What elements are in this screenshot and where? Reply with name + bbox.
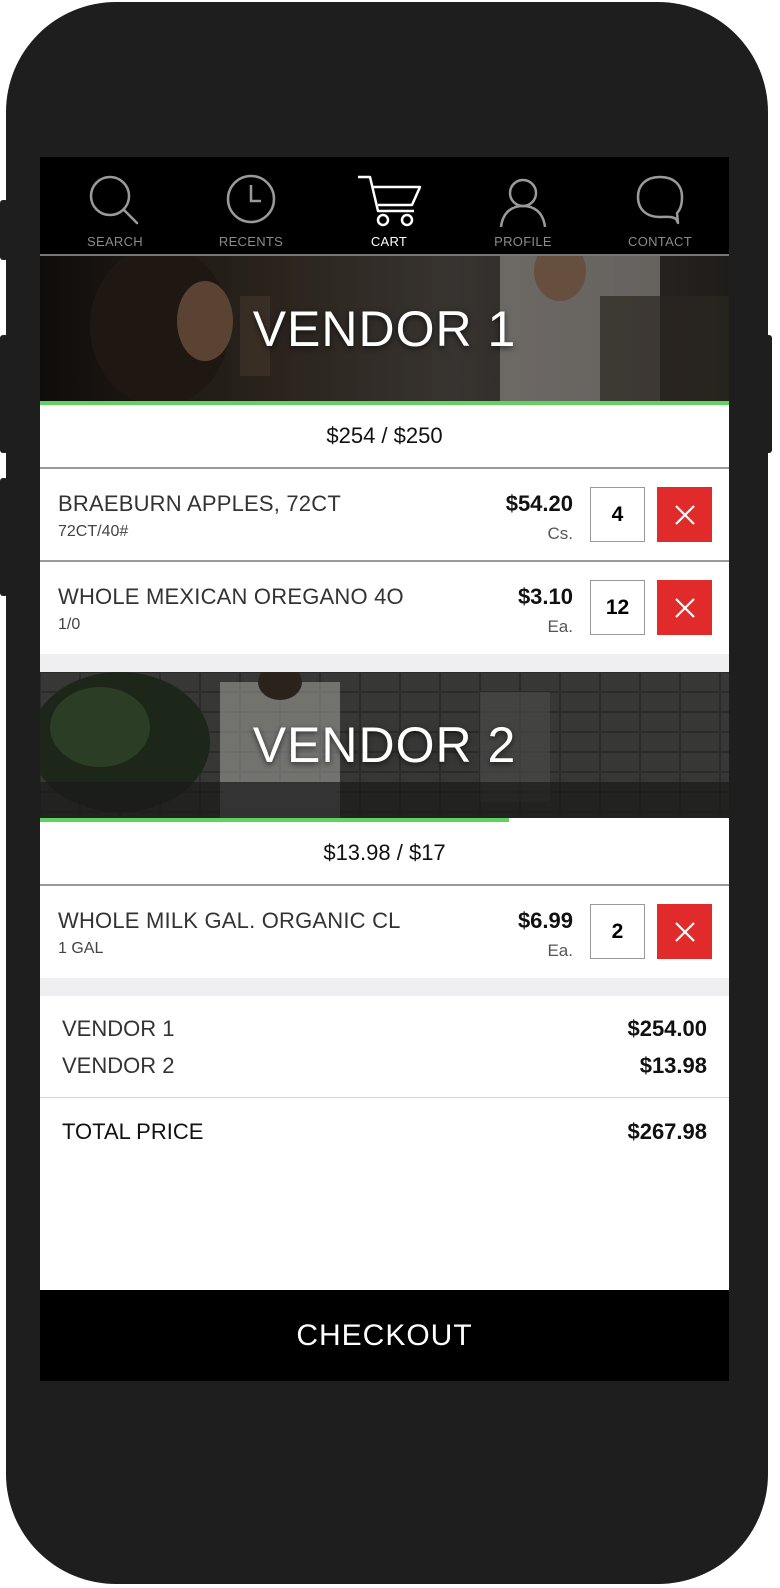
- quantity-input[interactable]: 2: [590, 904, 645, 959]
- item-name: BRAEBURN APPLES, 72CT: [58, 491, 341, 516]
- bottom-nav-bar: SEARCH RECENTS CART PROFILE CONTACT: [40, 157, 729, 256]
- summary-line-vendor-1: VENDOR 1 $254.00: [62, 1016, 707, 1042]
- summary-label: VENDOR 2: [62, 1053, 175, 1078]
- item-price: $3.10: [517, 584, 573, 609]
- item-price: $6.99: [517, 908, 573, 933]
- quantity-input[interactable]: 12: [590, 580, 645, 635]
- nav-label-recents: RECENTS: [218, 234, 284, 249]
- vendor-2-title: VENDOR 2: [252, 717, 517, 773]
- side-button-left-2: [0, 335, 8, 453]
- nav-search[interactable]: SEARCH: [60, 157, 170, 256]
- summary-value: $254.00: [627, 1016, 707, 1041]
- summary-divider: [40, 1097, 729, 1098]
- close-icon: [674, 504, 695, 525]
- close-icon: [674, 921, 695, 942]
- cart-icon: [358, 175, 422, 227]
- side-button-left-1: [0, 200, 8, 260]
- nav-recents[interactable]: RECENTS: [196, 157, 306, 256]
- remove-item-button[interactable]: [657, 904, 712, 959]
- nav-label-contact: CONTACT: [628, 234, 692, 249]
- close-icon: [674, 597, 695, 618]
- summary-value: $13.98: [639, 1053, 707, 1078]
- item-unit: Cs.: [547, 524, 574, 543]
- chat-bubble-icon: [636, 175, 684, 225]
- item-price: $54.20: [505, 491, 573, 516]
- item-unit: Ea.: [547, 617, 573, 636]
- remove-item-button[interactable]: [657, 580, 712, 635]
- checkout-button[interactable]: CHECKOUT: [40, 1290, 729, 1381]
- quantity-input[interactable]: 4: [590, 487, 645, 542]
- vendor-2-subtotal: $13.98 / $17: [40, 822, 729, 886]
- total-value: $267.98: [627, 1119, 707, 1144]
- user-icon: [499, 178, 547, 228]
- summary-total: TOTAL PRICE $267.98: [62, 1119, 707, 1145]
- item-name: WHOLE MEXICAN OREGANO 4O: [58, 584, 404, 609]
- nav-label-cart: CART: [370, 234, 408, 249]
- remove-item-button[interactable]: [657, 487, 712, 542]
- clock-icon: [226, 174, 276, 224]
- summary-label: VENDOR 1: [62, 1016, 175, 1041]
- item-pack-size: 72CT/40#: [58, 523, 129, 540]
- summary-line-vendor-2: VENDOR 2 $13.98: [62, 1053, 707, 1079]
- nav-label-profile: PROFILE: [494, 234, 552, 249]
- item-name: WHOLE MILK GAL. ORGANIC CL: [58, 908, 401, 933]
- section-gap: [40, 978, 729, 996]
- total-label: TOTAL PRICE: [62, 1119, 204, 1144]
- vendor-2-banner: VENDOR 2: [40, 672, 729, 818]
- nav-profile[interactable]: PROFILE: [468, 157, 578, 256]
- item-unit: Ea.: [547, 941, 573, 960]
- app-screen: SEARCH RECENTS CART PROFILE CONTACT VEND…: [40, 157, 729, 1381]
- vendor-1-subtotal: $254 / $250: [40, 405, 729, 469]
- vendor-1-banner: VENDOR 1: [40, 256, 729, 402]
- section-gap: [40, 654, 729, 672]
- item-pack-size: 1 GAL: [58, 940, 104, 957]
- search-icon: [89, 175, 139, 225]
- cart-item-row: WHOLE MILK GAL. ORGANIC CL 1 GAL $6.99 E…: [40, 886, 729, 979]
- side-button-left-3: [0, 478, 8, 596]
- item-pack-size: 1/0: [58, 616, 81, 633]
- side-button-right: [764, 335, 772, 453]
- nav-cart[interactable]: CART: [334, 157, 444, 256]
- nav-contact[interactable]: CONTACT: [605, 157, 715, 256]
- cart-item-row: BRAEBURN APPLES, 72CT 72CT/40# $54.20 Cs…: [40, 469, 729, 562]
- vendor-1-title: VENDOR 1: [252, 301, 517, 357]
- nav-label-search: SEARCH: [87, 234, 143, 249]
- cart-item-row: WHOLE MEXICAN OREGANO 4O 1/0 $3.10 Ea. 1…: [40, 562, 729, 655]
